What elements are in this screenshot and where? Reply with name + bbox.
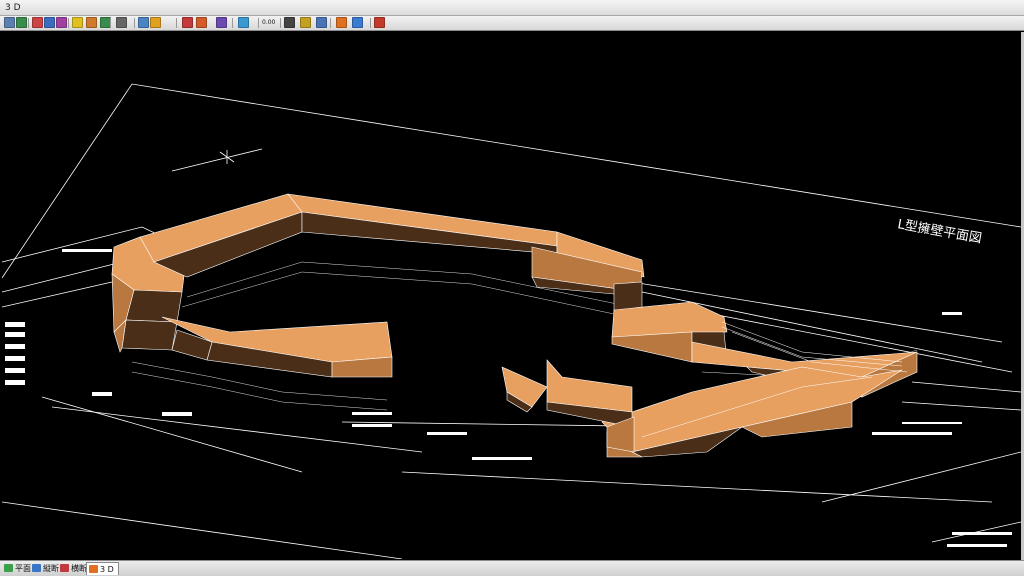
view-front-icon[interactable] [138,17,149,28]
rotate-icon[interactable] [238,17,249,28]
axis-icon[interactable] [116,17,127,28]
tab-label: 平面 [15,564,31,573]
print-preview-icon[interactable] [4,17,15,28]
3d-view-icon [89,565,98,573]
text-icon[interactable] [284,17,295,28]
sphere-icon[interactable] [44,17,55,28]
plan-view-icon [4,564,13,572]
export-icon[interactable] [374,17,385,28]
toolbar-separator [68,18,69,28]
drawing-title: L型擁壁平面図 [896,217,983,247]
tab-label: 縦断 [43,564,59,573]
layers-icon[interactable] [86,17,97,28]
window-title: 3 D [5,3,21,13]
toolbar-separator [110,18,111,28]
app-window: 3 D 0.00 L型擁壁平面図 平面 縦断 横断 3 D [0,0,1024,576]
3d-scene[interactable]: L型擁壁平面図 [2,32,1021,559]
render-icon[interactable] [182,17,193,28]
tab-3d-view[interactable]: 3 D [86,562,119,575]
view-tab-bar: 平面 縦断 横断 3 D [0,560,1024,576]
pen-icon[interactable] [16,17,27,28]
surface-icon[interactable] [196,17,207,28]
retaining-wall[interactable] [111,193,918,458]
toolbar-separator [330,18,331,28]
3d-viewport[interactable]: L型擁壁平面図 [2,32,1021,559]
cross-section-icon [60,564,69,572]
title-bar: 3 D [0,0,1024,16]
tab-label: 3 D [100,565,114,574]
toolbar-separator [258,18,259,28]
toolbar-separator [176,18,177,28]
document-icon[interactable] [316,17,327,28]
toolbar-separator [232,18,233,28]
tab-label: 横断 [71,564,87,573]
shape-icon[interactable] [32,17,43,28]
toolbar-separator [28,18,29,28]
color-icon[interactable] [56,17,67,28]
paint-icon[interactable] [336,17,347,28]
toolbar-separator [370,18,371,28]
light-icon[interactable] [72,17,83,28]
toolbar-separator [134,18,135,28]
profile-view-icon [32,564,41,572]
north-arrow [171,148,263,172]
picture-icon[interactable] [300,17,311,28]
refresh-icon[interactable] [352,17,363,28]
toolbar: 0.00 [0,16,1024,31]
toolbar-separator [280,18,281,28]
scale-label: 0.00 [262,19,276,26]
cube-icon[interactable] [216,17,227,28]
view-iso-icon[interactable] [150,17,161,28]
